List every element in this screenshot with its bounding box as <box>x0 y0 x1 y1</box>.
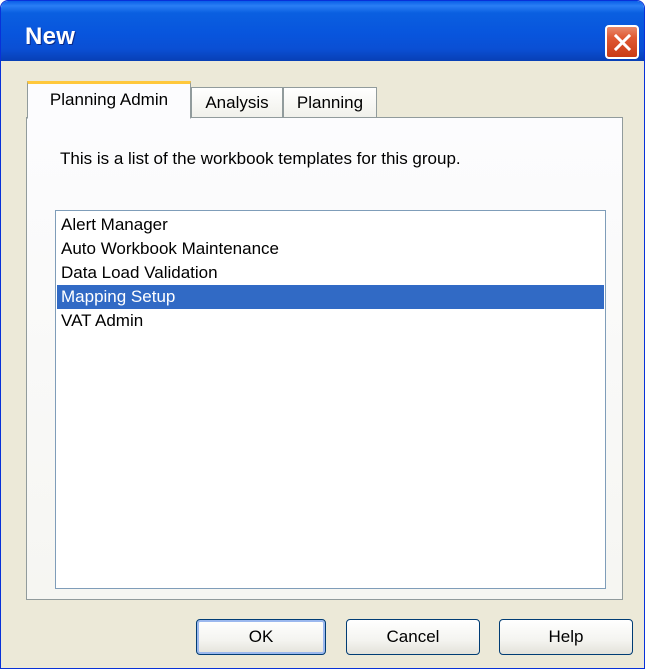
help-button[interactable]: Help <box>499 619 633 655</box>
list-item-data-load-validation[interactable]: Data Load Validation <box>57 261 604 285</box>
window-title: New <box>25 23 76 50</box>
list-item-vat-admin[interactable]: VAT Admin <box>57 309 604 333</box>
template-list-description: This is a list of the workbook templates… <box>60 149 461 168</box>
new-dialog: New Planning Admin Analysis Planning Thi… <box>0 0 645 669</box>
close-icon <box>614 34 631 51</box>
list-item-mapping-setup[interactable]: Mapping Setup <box>57 285 604 309</box>
tab-panel-planning-admin: This is a list of the workbook templates… <box>26 117 623 600</box>
cancel-button[interactable]: Cancel <box>346 619 480 655</box>
tab-planning[interactable]: Planning <box>283 87 377 118</box>
ok-button[interactable]: OK <box>196 619 326 655</box>
list-item-alert-manager[interactable]: Alert Manager <box>57 213 604 237</box>
list-item-auto-workbook-maintenance[interactable]: Auto Workbook Maintenance <box>57 237 604 261</box>
tab-planning-admin[interactable]: Planning Admin <box>27 81 191 119</box>
template-listbox[interactable]: Alert Manager Auto Workbook Maintenance … <box>55 210 606 589</box>
title-bar[interactable]: New <box>1 1 644 61</box>
close-button[interactable] <box>605 25 639 59</box>
tab-analysis[interactable]: Analysis <box>191 87 283 118</box>
